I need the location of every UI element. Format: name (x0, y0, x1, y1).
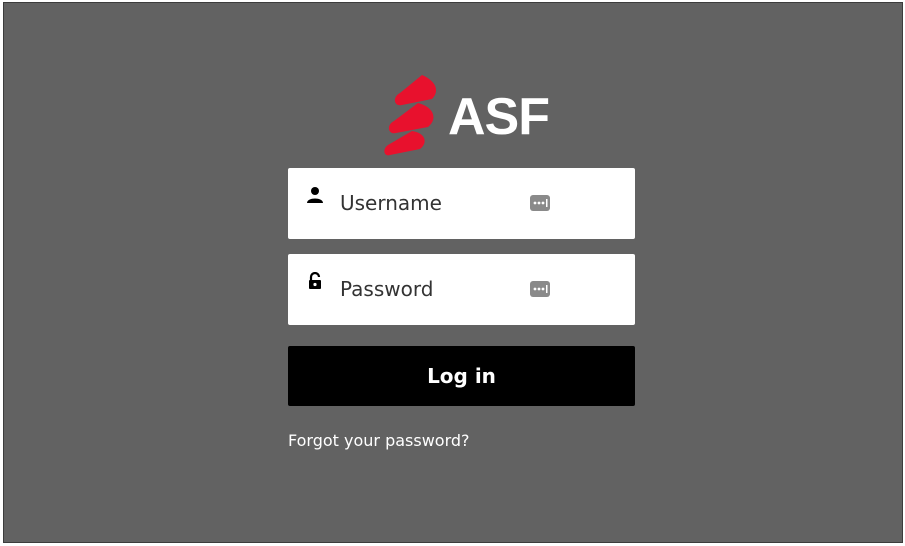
logo-text: ASF (448, 88, 550, 146)
password-field[interactable] (288, 254, 635, 325)
login-screen: ASF Log in Forgot your (3, 2, 903, 543)
login-button[interactable]: Log in (288, 346, 635, 406)
password-manager-key-icon[interactable] (530, 195, 550, 211)
forgot-password-link[interactable]: Forgot your password? (288, 431, 470, 450)
user-icon (307, 187, 323, 203)
username-input[interactable] (340, 188, 520, 218)
password-manager-key-icon[interactable] (530, 281, 550, 297)
password-input[interactable] (340, 274, 520, 304)
asf-logo: ASF (382, 71, 552, 157)
username-field[interactable] (288, 168, 635, 239)
asf-flame-logo-icon (384, 75, 437, 156)
lock-icon (309, 272, 321, 289)
